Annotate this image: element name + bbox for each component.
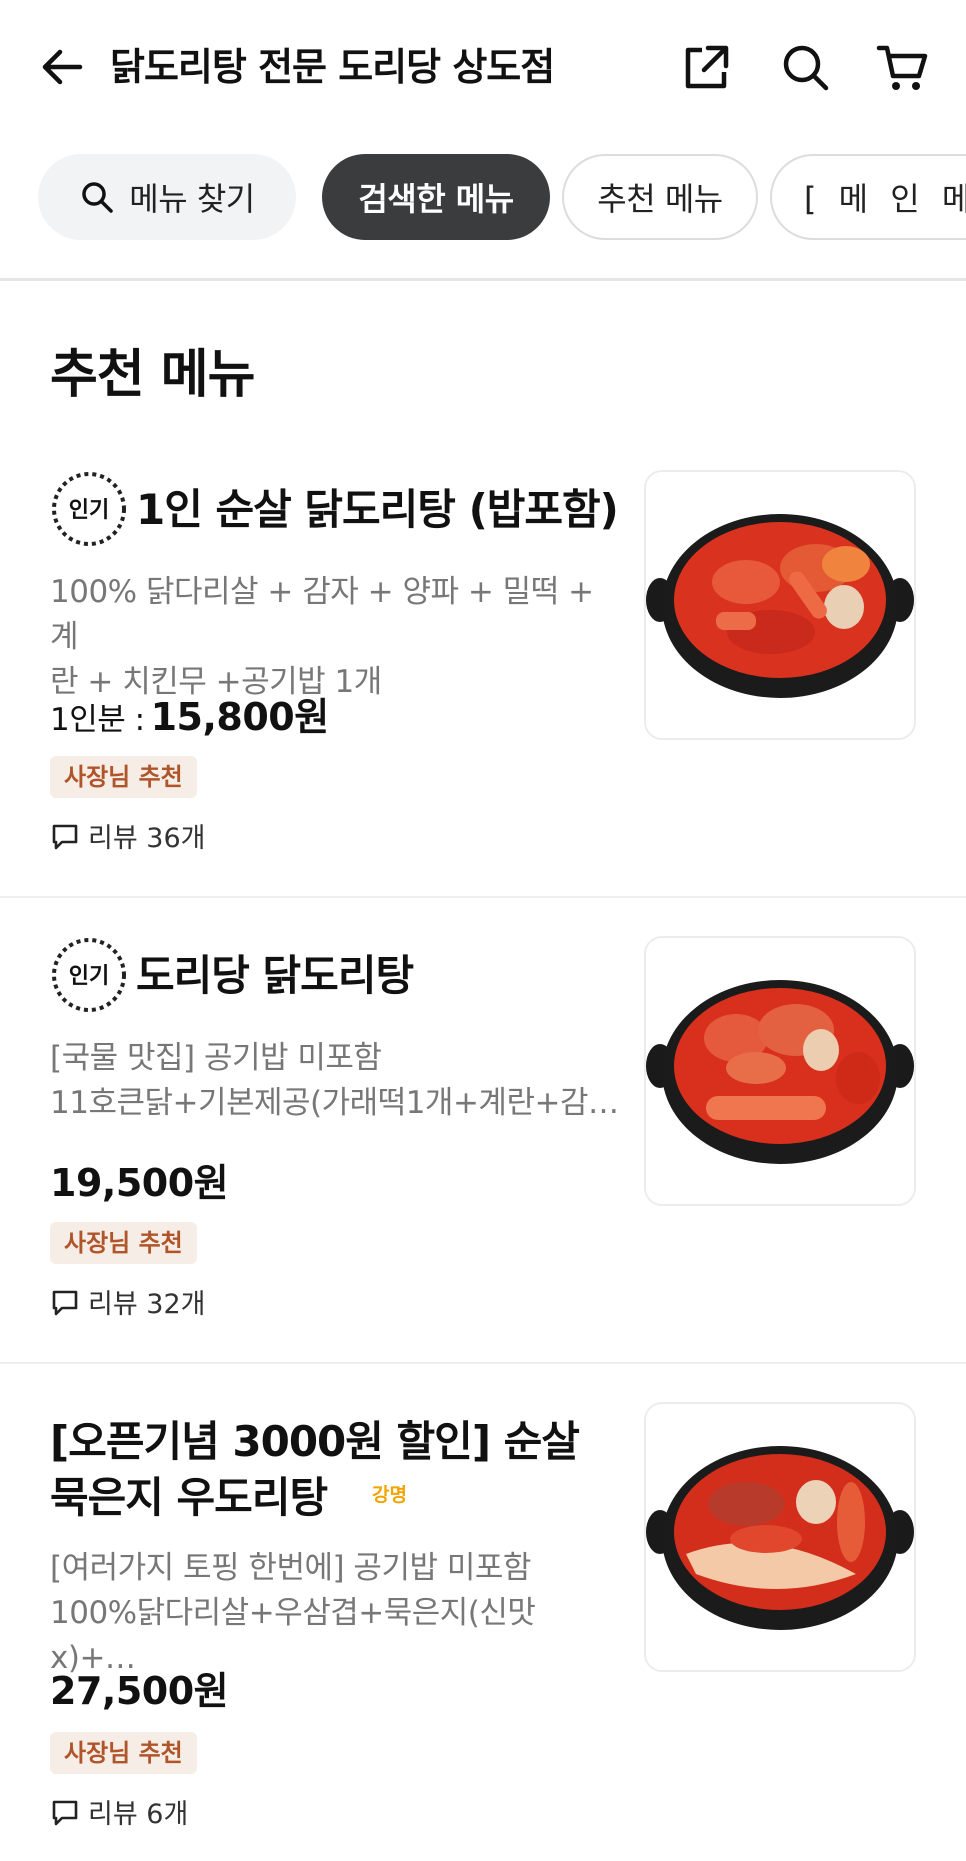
menu-item-thumbnail[interactable] — [644, 470, 916, 740]
search-icon — [783, 45, 829, 91]
app-header: 닭도리탕 전문 도리당 상도점 — [0, 0, 966, 136]
menu-item[interactable]: 인기 1인 순살 닭도리탕 (밥포함) 100% 닭다리살 + 감자 + 양파 … — [0, 460, 966, 890]
menu-item-price: 19,500원 — [50, 1161, 229, 1205]
menu-item-price: 1인분 :15,800원 — [50, 695, 329, 739]
owner-recommend-tag: 사장님 추천 — [50, 756, 197, 798]
section-title: 추천 메뉴 — [50, 345, 255, 405]
popular-badge-icon: 인기 — [52, 472, 126, 546]
comment-icon — [52, 824, 78, 849]
item-divider — [0, 1362, 966, 1364]
menu-item-name: [오픈기념 3000원 할인] 순살 묵은지 우도리탕 — [50, 1417, 580, 1522]
svg-text:인기: 인기 — [69, 964, 109, 989]
menu-item-description: [국물 맛집] 공기밥 미포함 11호큰닭+기본제공(가래떡1개+계란+감… — [50, 1040, 619, 1121]
arrow-left-icon — [42, 49, 83, 85]
menu-item[interactable]: [오픈기념 3000원 할인] 순살 묵은지 우도리탕 강명 [여러가지 토핑 … — [0, 1392, 966, 1861]
popular-badge-icon: 인기 — [52, 938, 126, 1012]
menu-search-chip[interactable]: 메뉴 찾기 — [38, 154, 296, 240]
tab-searched-menu[interactable]: 검색한 메뉴 — [322, 154, 550, 240]
gangmyung-mark: 강명 — [372, 1484, 407, 1506]
stew-dish-image — [646, 980, 914, 1164]
menu-item-price: 27,500원 — [50, 1669, 229, 1713]
owner-recommend-tag: 사장님 추천 — [50, 1732, 197, 1774]
menu-search-label: 메뉴 찾기 — [129, 180, 255, 218]
search-button[interactable] — [778, 40, 832, 94]
back-button[interactable] — [36, 40, 90, 94]
menu-tabs: 메뉴 찾기 검색한 메뉴 추천 메뉴 [ 메 인 메 뉴 — [0, 150, 966, 242]
comment-icon — [52, 1800, 78, 1825]
menu-item-thumbnail[interactable] — [644, 936, 916, 1206]
review-count: 리뷰 6개 — [50, 1792, 188, 1831]
menu-item-name: 도리당 닭도리탕 — [136, 951, 414, 1000]
tab-recommended-menu[interactable]: 추천 메뉴 — [562, 154, 758, 240]
cart-button[interactable] — [875, 40, 929, 94]
tabs-divider — [0, 278, 966, 281]
menu-item-description: 100% 닭다리살 + 감자 + 양파 + 밀떡 + 계 란 + 치킨무 +공기… — [50, 574, 594, 700]
stew-dish-image — [646, 1446, 914, 1630]
menu-item[interactable]: 인기 도리당 닭도리탕 [국물 맛집] 공기밥 미포함 11호큰닭+기본제공(가… — [0, 926, 966, 1356]
search-icon — [82, 182, 114, 213]
share-icon — [685, 45, 729, 89]
cart-icon — [876, 45, 928, 90]
stew-dish-image — [646, 514, 914, 698]
comment-icon — [52, 1290, 78, 1315]
tab-main-menu[interactable]: [ 메 인 메 뉴 — [770, 154, 966, 240]
review-count: 리뷰 36개 — [50, 816, 205, 855]
menu-item-name: 1인 순살 닭도리탕 (밥포함) — [136, 485, 619, 534]
review-count: 리뷰 32개 — [50, 1282, 205, 1321]
share-button[interactable] — [680, 40, 734, 94]
svg-text:인기: 인기 — [69, 498, 109, 523]
item-divider — [0, 896, 966, 898]
owner-recommend-tag: 사장님 추천 — [50, 1222, 197, 1264]
menu-item-thumbnail[interactable] — [644, 1402, 916, 1672]
store-title: 닭도리탕 전문 도리당 상도점 — [110, 45, 555, 89]
